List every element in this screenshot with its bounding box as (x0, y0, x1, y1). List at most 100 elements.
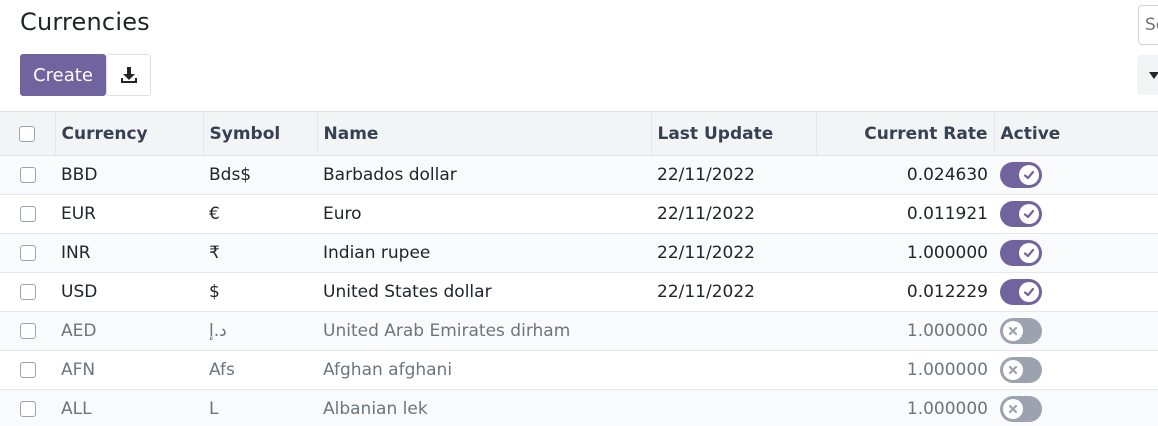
row-select-cell (0, 390, 55, 426)
check-icon (1023, 248, 1035, 258)
cell-symbol: Afs (209, 360, 235, 380)
table-body: BBD Bds$ Barbados dollar 22/11/2022 0.024630… (0, 155, 1158, 426)
row-checkbox[interactable] (19, 284, 36, 300)
active-toggle[interactable] (1000, 357, 1042, 383)
table-row[interactable]: BBD Bds$ Barbados dollar 22/11/2022 0.024630 (0, 155, 1158, 195)
column-header-symbol[interactable]: Symbol (202, 111, 317, 156)
x-icon (1008, 326, 1018, 336)
cell-active (994, 234, 1158, 273)
toggle-knob (1019, 204, 1039, 224)
cell-name: Albanian lek (323, 399, 428, 419)
row-checkbox[interactable] (19, 401, 36, 417)
cell-active (994, 312, 1158, 351)
column-header-active[interactable]: Active (993, 111, 1158, 156)
cell-active (994, 195, 1158, 234)
cell-currency: BBD (61, 165, 98, 185)
select-all-cell (0, 111, 55, 156)
row-select-cell (0, 312, 55, 351)
cell-current-rate: 1.000000 (906, 321, 988, 341)
cell-last-update (651, 312, 816, 351)
search-input[interactable] (1139, 6, 1158, 44)
toggle-knob (1019, 243, 1039, 263)
active-toggle[interactable] (1000, 240, 1042, 266)
cell-currency: INR (61, 243, 91, 263)
cell-currency: ALL (61, 399, 92, 419)
cell-active (994, 390, 1158, 426)
cell-active (994, 351, 1158, 390)
cell-name: Euro (323, 204, 362, 224)
table-row[interactable]: AFN Afs Afghan afghani 1.000000 (0, 351, 1158, 390)
table-row[interactable]: USD $ United States dollar 22/11/2022 0.0122… (0, 273, 1158, 312)
cell-active (994, 273, 1158, 312)
check-icon (1023, 209, 1035, 219)
cell-current-rate: 0.012229 (906, 282, 988, 302)
search-field[interactable] (1138, 5, 1158, 45)
cell-last-update (651, 351, 816, 390)
cell-symbol: ₹ (209, 243, 220, 263)
toggle-knob (1003, 321, 1023, 341)
cell-name: Barbados dollar (323, 165, 457, 185)
active-toggle[interactable] (1000, 201, 1042, 227)
active-toggle[interactable] (1000, 396, 1042, 422)
cell-last-update (651, 390, 816, 426)
toggle-knob (1003, 360, 1023, 380)
column-header-name[interactable]: Name (316, 111, 651, 156)
row-select-cell (0, 234, 55, 273)
filter-icon (1149, 72, 1158, 79)
check-icon (1023, 170, 1035, 180)
toggle-knob (1019, 282, 1039, 302)
download-button[interactable] (106, 54, 151, 96)
cell-name: Afghan afghani (323, 360, 453, 380)
page-title: Currencies (20, 8, 150, 36)
x-icon (1008, 365, 1018, 375)
cell-name: United Arab Emirates dirham (323, 321, 571, 341)
table-row[interactable]: ALL L Albanian lek 1.000000 (0, 389, 1158, 426)
cell-current-rate: 1.000000 (906, 243, 988, 263)
cell-currency: EUR (61, 204, 96, 224)
cell-currency: AFN (61, 360, 96, 380)
create-button[interactable]: Create (20, 54, 106, 96)
cell-symbol: $ (209, 282, 220, 302)
cell-last-update: 22/11/2022 (657, 165, 755, 185)
check-icon (1023, 287, 1035, 297)
row-select-cell (0, 273, 55, 312)
row-select-cell (0, 195, 55, 234)
cell-currency: USD (61, 282, 98, 302)
cell-name: United States dollar (323, 282, 492, 302)
column-header-currency[interactable]: Currency (54, 111, 203, 156)
cell-current-rate: 0.011921 (906, 204, 988, 224)
active-toggle[interactable] (1000, 279, 1042, 305)
select-all-checkbox[interactable] (19, 125, 36, 142)
cell-symbol: L (209, 399, 219, 419)
active-toggle[interactable] (1000, 162, 1042, 188)
row-checkbox[interactable] (19, 362, 36, 378)
column-header-last-update[interactable]: Last Update (650, 111, 816, 156)
cell-active (994, 156, 1158, 195)
row-checkbox[interactable] (19, 323, 36, 339)
row-select-cell (0, 351, 55, 390)
download-icon (121, 67, 137, 83)
active-toggle[interactable] (1000, 318, 1042, 344)
cell-last-update: 22/11/2022 (657, 243, 755, 263)
cell-currency: AED (61, 321, 97, 341)
toggle-knob (1003, 399, 1023, 419)
column-header-current-rate[interactable]: Current Rate (815, 111, 994, 156)
cell-current-rate: 0.024630 (906, 165, 988, 185)
row-select-cell (0, 156, 55, 195)
row-checkbox[interactable] (19, 206, 36, 222)
table-header-row: Currency Symbol Name Last Update Current… (0, 111, 1158, 156)
x-icon (1008, 404, 1018, 414)
cell-current-rate: 1.000000 (906, 360, 988, 380)
toggle-knob (1019, 165, 1039, 185)
table-row[interactable]: AED د.إ United Arab Emirates dirham 1.00000… (0, 311, 1158, 351)
row-checkbox[interactable] (19, 245, 36, 261)
cell-last-update: 22/11/2022 (657, 282, 755, 302)
filter-toggle-button[interactable] (1137, 55, 1158, 95)
table-row[interactable]: EUR € Euro 22/11/2022 0.011921 (0, 195, 1158, 234)
cell-symbol: د.إ (209, 321, 227, 341)
cell-symbol: Bds$ (209, 165, 252, 185)
row-checkbox[interactable] (19, 167, 36, 183)
cell-current-rate: 1.000000 (906, 399, 988, 419)
table-row[interactable]: INR ₹ Indian rupee 22/11/2022 1.000000 (0, 233, 1158, 273)
cell-symbol: € (209, 204, 220, 224)
